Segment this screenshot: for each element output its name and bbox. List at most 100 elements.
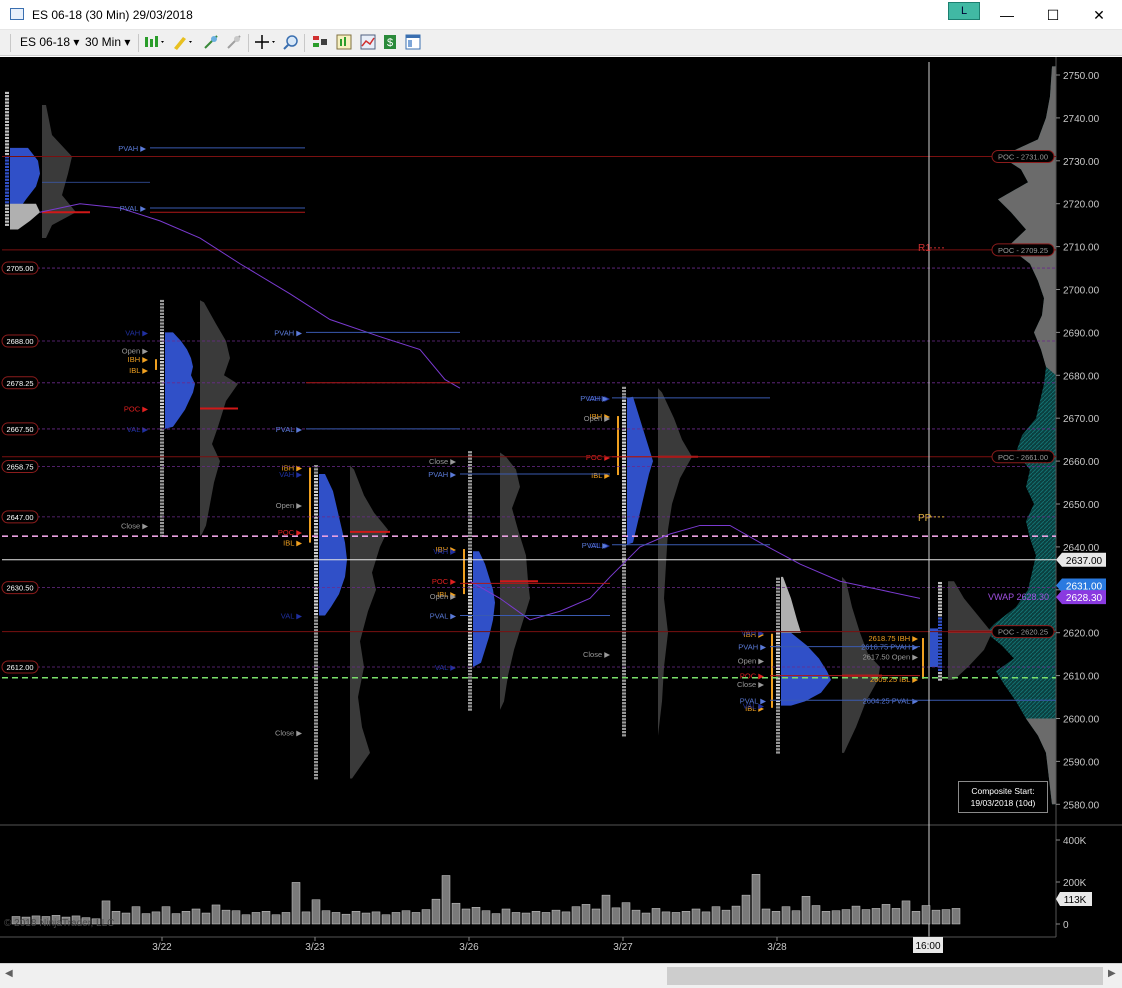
volume-bar: [611, 907, 621, 925]
vwap-price-value: 2628.30: [1066, 593, 1103, 604]
volume-bar: [711, 906, 721, 925]
tpo-block: [622, 579, 626, 583]
tpo-block: [314, 619, 318, 622]
tpo-block: [160, 438, 164, 441]
tpo-block: [468, 599, 472, 602]
chart-panel[interactable]: IBH ▶ IBL ▶ POC ▶ Open ▶ Close ▶ VAH ▶ VAL ▶ IB…: [0, 57, 1122, 963]
chart-style-icon[interactable]: [144, 34, 166, 50]
tpo-block: [160, 447, 164, 451]
volume-bar: [651, 908, 661, 925]
tpo-block: [776, 593, 780, 596]
tpo-block: [314, 490, 318, 494]
vah-label: VAH ▶: [125, 328, 149, 337]
tpo-block: [314, 642, 318, 645]
tpo-block: [622, 605, 626, 608]
tpo-block: [314, 635, 318, 638]
pvah-label: PVAH ▶: [118, 144, 147, 153]
maximize-button[interactable]: ☐: [1030, 0, 1076, 30]
tpo-block: [160, 412, 164, 415]
tpo-block: [468, 537, 472, 541]
minimize-button[interactable]: —: [984, 0, 1030, 30]
tpo-block: [5, 114, 9, 117]
tpo-block: [160, 486, 164, 489]
tpo-block: [314, 593, 318, 596]
tpo-block: [776, 744, 780, 748]
properties-icon[interactable]: [405, 34, 421, 50]
interval-selector[interactable]: 30 Min ▾: [85, 35, 130, 49]
volume-bar: [231, 910, 241, 925]
svg-text:$: $: [387, 37, 393, 49]
tpo-block: [622, 573, 626, 576]
tpo-block: [468, 531, 472, 534]
volume-bar: [581, 904, 591, 925]
tpo-block: [314, 568, 318, 571]
tpo-block: [314, 667, 318, 670]
scroll-left-arrow-icon[interactable]: ◀: [5, 968, 13, 979]
tpo-block: [314, 638, 318, 642]
toolbar-separator: [138, 34, 139, 52]
add-indicator-icon[interactable]: [203, 34, 219, 50]
close-button[interactable]: ✕: [1076, 0, 1122, 30]
volume-bar: [821, 911, 831, 925]
tpo-block: [160, 525, 164, 528]
tpo-block: [314, 590, 318, 593]
dollar-icon[interactable]: $: [382, 34, 398, 50]
session-volume-profile: [42, 105, 76, 239]
tpo-block: [468, 550, 472, 554]
scroll-right-arrow-icon[interactable]: ▶: [1108, 968, 1116, 979]
tpo-block: [468, 451, 472, 454]
volume-bar: [841, 909, 851, 925]
strategy-icon[interactable]: [360, 34, 376, 50]
session-volume-profile: [948, 581, 992, 680]
tpo-block: [468, 621, 472, 624]
scrollbar-thumb[interactable]: [667, 967, 1103, 985]
horizontal-scrollbar[interactable]: ◀ ▶: [0, 963, 1122, 988]
tpo-block: [622, 714, 626, 718]
tpo-block: [160, 312, 164, 315]
instrument-selector[interactable]: ES 06-18 ▾: [20, 35, 79, 49]
tpo-block: [314, 706, 318, 709]
volume-bar: [171, 913, 181, 925]
link-button[interactable]: L: [948, 2, 980, 20]
price-chart[interactable]: IBH ▶IBL ▶POC ▶Open ▶Close ▶VAH ▶VAL ▶IB…: [0, 57, 1122, 963]
volume-bar: [461, 908, 471, 925]
tpo-block: [622, 509, 626, 512]
zoom-icon[interactable]: [283, 34, 299, 50]
drawing-tool-icon[interactable]: [172, 34, 194, 50]
session-volume-profile: [842, 576, 880, 753]
poc-label: POC - 2709.25: [998, 246, 1048, 255]
tpo-block: [622, 689, 626, 692]
tpo-block: [776, 670, 780, 674]
data-box-icon[interactable]: [336, 34, 352, 50]
tpo-block: [5, 146, 9, 149]
tpo-block: [160, 386, 164, 389]
tpo-block: [776, 625, 780, 629]
tpo-block: [622, 406, 626, 409]
tpo-block: [5, 133, 9, 136]
volume-bar: [691, 908, 701, 925]
tpo-block: [314, 748, 318, 751]
tpo-block: [776, 690, 780, 693]
remove-indicator-icon[interactable]: [226, 34, 242, 50]
session-volume-profile: [200, 300, 238, 537]
price-tick-label: 2590.00: [1063, 757, 1100, 768]
tpo-block: [468, 695, 472, 698]
price-tick-label: 2600.00: [1063, 715, 1100, 726]
tpo-block: [622, 583, 626, 586]
tpo-block: [5, 188, 9, 191]
tpo-block: [776, 693, 780, 696]
volume-bar: [131, 906, 141, 925]
tpo-block: [314, 773, 318, 777]
tpo-block: [468, 512, 472, 515]
ibl-label: IBL ▶: [283, 539, 303, 548]
tpo-block: [938, 610, 942, 614]
tpo-block: [160, 496, 164, 499]
tpo-block: [622, 431, 626, 435]
volume-bar: [801, 896, 811, 925]
tpo-block: [160, 338, 164, 341]
tpo-block: [160, 328, 164, 332]
chart-trader-icon[interactable]: [312, 34, 328, 50]
crosshair-icon[interactable]: [255, 34, 277, 50]
tpo-block: [160, 315, 164, 319]
tpo-block: [160, 431, 164, 435]
